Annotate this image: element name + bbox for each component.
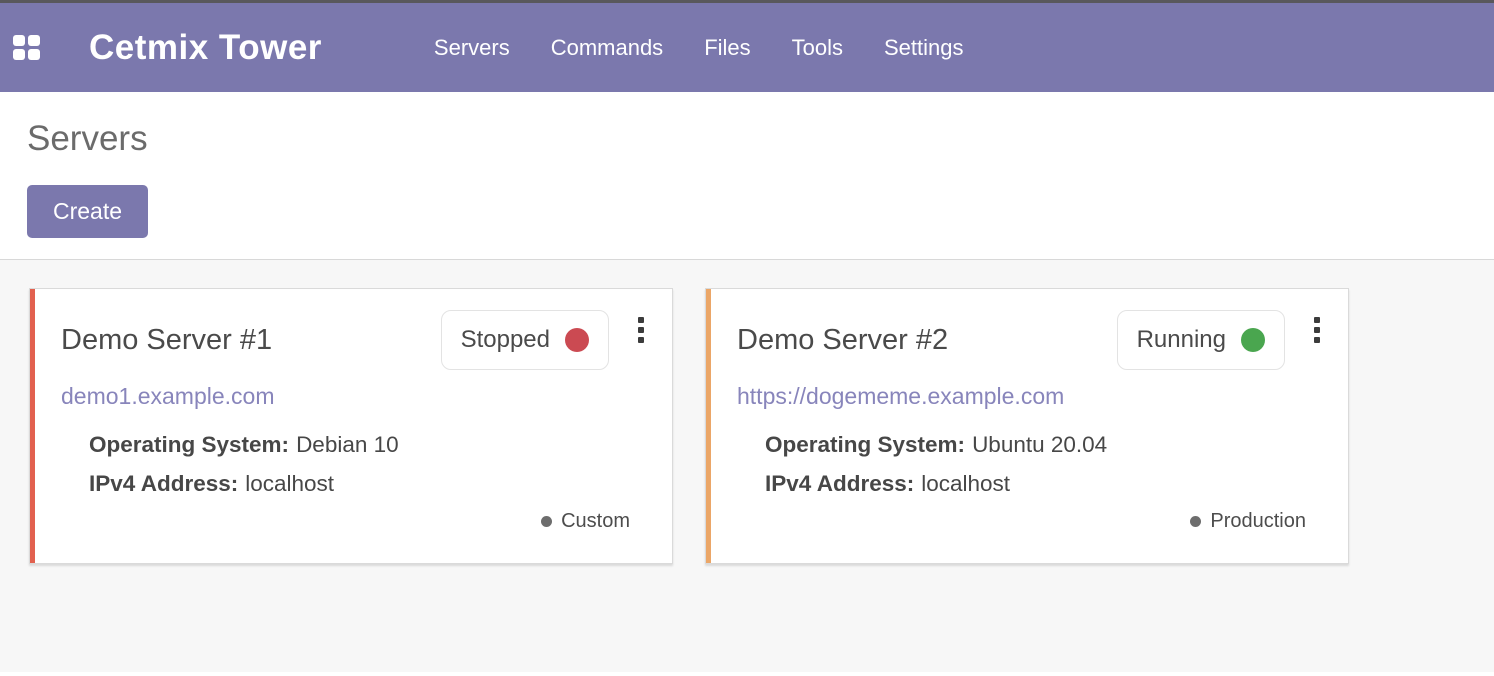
page-header: Servers Create [0,92,1494,260]
ip-label: IPv4 Address: [765,471,914,496]
server-details: Operating System: Debian 10 IPv4 Address:… [89,425,646,503]
server-name: Demo Server #1 [61,324,441,357]
kebab-menu-icon[interactable] [1312,315,1322,345]
server-card[interactable]: Demo Server #2 Running https://dogememe.… [705,288,1349,564]
tag-dot-icon [1190,516,1201,527]
ip-line: IPv4 Address: localhost [89,464,646,503]
status-label: Stopped [461,326,550,354]
server-url-link[interactable]: demo1.example.com [61,383,275,410]
create-button[interactable]: Create [27,185,148,238]
ip-label: IPv4 Address: [89,471,238,496]
os-label: Operating System: [89,432,289,457]
ip-value: localhost [921,471,1010,496]
top-navbar: Cetmix Tower Servers Commands Files Tool… [0,3,1494,92]
tag-label: Production [1210,510,1306,533]
menu-item-files[interactable]: Files [704,35,750,61]
tag-label: Custom [561,510,630,533]
server-card[interactable]: Demo Server #1 Stopped demo1.example.com… [29,288,673,564]
os-line: Operating System: Ubuntu 20.04 [765,425,1322,464]
status-badge[interactable]: Running [1117,310,1285,370]
os-line: Operating System: Debian 10 [89,425,646,464]
server-url-link[interactable]: https://dogememe.example.com [737,383,1064,410]
status-dot-icon [565,328,589,352]
menu-item-servers[interactable]: Servers [434,35,510,61]
os-value: Ubuntu 20.04 [972,432,1107,457]
os-label: Operating System: [765,432,965,457]
status-label: Running [1137,326,1226,354]
tag-row: Custom [61,510,646,533]
main-menu: Servers Commands Files Tools Settings [434,35,964,61]
card-accent-bar [30,289,35,563]
menu-item-commands[interactable]: Commands [551,35,663,61]
card-accent-bar [706,289,711,563]
menu-item-tools[interactable]: Tools [792,35,843,61]
ip-line: IPv4 Address: localhost [765,464,1322,503]
menu-item-settings[interactable]: Settings [884,35,964,61]
ip-value: localhost [245,471,334,496]
apps-grid-icon[interactable] [13,35,40,60]
server-kanban: Demo Server #1 Stopped demo1.example.com… [0,260,1494,672]
server-name: Demo Server #2 [737,324,1117,357]
app-title: Cetmix Tower [89,28,322,68]
status-dot-icon [1241,328,1265,352]
kebab-menu-icon[interactable] [636,315,646,345]
tag-row: Production [737,510,1322,533]
status-badge[interactable]: Stopped [441,310,609,370]
page-title: Servers [27,116,1466,162]
tag-dot-icon [541,516,552,527]
server-details: Operating System: Ubuntu 20.04 IPv4 Addre… [765,425,1322,503]
os-value: Debian 10 [296,432,399,457]
